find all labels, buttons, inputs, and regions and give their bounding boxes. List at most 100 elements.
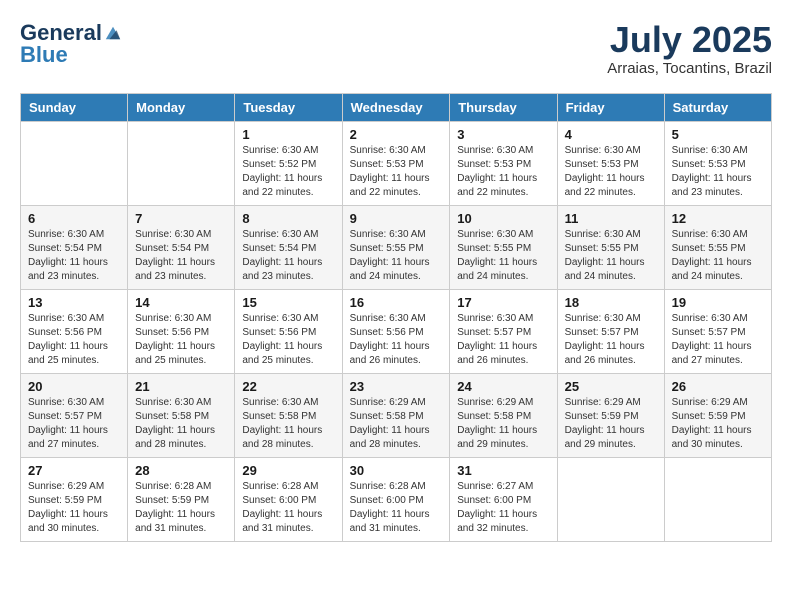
calendar-cell: 18 Sunrise: 6:30 AM Sunset: 5:57 PM Dayli…	[557, 289, 664, 373]
header-sunday: Sunday	[21, 93, 128, 121]
day-number: 26	[672, 379, 764, 394]
calendar-cell: 25 Sunrise: 6:29 AM Sunset: 5:59 PM Dayli…	[557, 373, 664, 457]
day-info: Sunrise: 6:30 AM Sunset: 5:53 PM Dayligh…	[672, 144, 764, 200]
title-block: July 2025 Arraias, Tocantins, Brazil	[607, 20, 772, 77]
day-number: 6	[28, 211, 120, 226]
header-saturday: Saturday	[664, 93, 771, 121]
calendar-cell: 21 Sunrise: 6:30 AM Sunset: 5:58 PM Dayli…	[128, 373, 235, 457]
day-number: 15	[242, 295, 334, 310]
day-info: Sunrise: 6:30 AM Sunset: 5:53 PM Dayligh…	[457, 144, 549, 200]
calendar-cell: 1Sunrise: 6:30 AM Sunset: 5:52 PM Daylig…	[235, 121, 342, 205]
calendar-cell: 26Sunrise: 6:29 AM Sunset: 5:59 PM Dayli…	[664, 373, 771, 457]
calendar-cell: 12 Sunrise: 6:30 AM Sunset: 5:55 PM Dayli…	[664, 205, 771, 289]
calendar-cell: 30Sunrise: 6:28 AM Sunset: 6:00 PM Dayli…	[342, 457, 450, 541]
calendar-cell: 9 Sunrise: 6:30 AM Sunset: 5:55 PM Daylig…	[342, 205, 450, 289]
calendar-cell: 31 Sunrise: 6:27 AM Sunset: 6:00 PM Dayli…	[450, 457, 557, 541]
day-number: 12	[672, 211, 764, 226]
day-number: 14	[135, 295, 227, 310]
day-info: Sunrise: 6:30 AM Sunset: 5:58 PM Dayligh…	[135, 396, 227, 452]
month-title: July 2025	[607, 20, 772, 60]
calendar-week-5: 27 Sunrise: 6:29 AM Sunset: 5:59 PM Dayli…	[21, 457, 772, 541]
logo-blue: Blue	[20, 42, 68, 68]
day-number: 22	[242, 379, 334, 394]
location-subtitle: Arraias, Tocantins, Brazil	[607, 60, 772, 77]
day-info: Sunrise: 6:27 AM Sunset: 6:00 PM Dayligh…	[457, 480, 549, 536]
calendar-week-1: 1Sunrise: 6:30 AM Sunset: 5:52 PM Daylig…	[21, 121, 772, 205]
calendar-cell: 7 Sunrise: 6:30 AM Sunset: 5:54 PM Daylig…	[128, 205, 235, 289]
day-info: Sunrise: 6:30 AM Sunset: 5:57 PM Dayligh…	[28, 396, 120, 452]
day-number: 16	[350, 295, 443, 310]
day-number: 11	[565, 211, 657, 226]
day-info: Sunrise: 6:30 AM Sunset: 5:55 PM Dayligh…	[672, 228, 764, 284]
calendar-cell: 13 Sunrise: 6:30 AM Sunset: 5:56 PM Dayli…	[21, 289, 128, 373]
day-number: 31	[457, 463, 549, 478]
day-info: Sunrise: 6:28 AM Sunset: 5:59 PM Dayligh…	[135, 480, 227, 536]
page-header: General Blue July 2025 Arraias, Tocantin…	[20, 20, 772, 77]
day-info: Sunrise: 6:29 AM Sunset: 5:58 PM Dayligh…	[350, 396, 443, 452]
day-info: Sunrise: 6:28 AM Sunset: 6:00 PM Dayligh…	[242, 480, 334, 536]
calendar-cell: 14 Sunrise: 6:30 AM Sunset: 5:56 PM Dayli…	[128, 289, 235, 373]
calendar-cell: 6Sunrise: 6:30 AM Sunset: 5:54 PM Daylig…	[21, 205, 128, 289]
day-info: Sunrise: 6:29 AM Sunset: 5:59 PM Dayligh…	[28, 480, 120, 536]
day-info: Sunrise: 6:30 AM Sunset: 5:56 PM Dayligh…	[242, 312, 334, 368]
day-info: Sunrise: 6:30 AM Sunset: 5:56 PM Dayligh…	[135, 312, 227, 368]
logo-icon	[104, 24, 122, 42]
calendar-cell: 23 Sunrise: 6:29 AM Sunset: 5:58 PM Dayli…	[342, 373, 450, 457]
day-info: Sunrise: 6:30 AM Sunset: 5:57 PM Dayligh…	[672, 312, 764, 368]
day-info: Sunrise: 6:30 AM Sunset: 5:55 PM Dayligh…	[350, 228, 443, 284]
day-number: 18	[565, 295, 657, 310]
calendar-week-3: 13 Sunrise: 6:30 AM Sunset: 5:56 PM Dayli…	[21, 289, 772, 373]
day-number: 27	[28, 463, 120, 478]
calendar-header-row: SundayMondayTuesdayWednesdayThursdayFrid…	[21, 93, 772, 121]
day-info: Sunrise: 6:30 AM Sunset: 5:58 PM Dayligh…	[242, 396, 334, 452]
day-number: 28	[135, 463, 227, 478]
calendar-cell	[557, 457, 664, 541]
header-monday: Monday	[128, 93, 235, 121]
day-number: 23	[350, 379, 443, 394]
header-thursday: Thursday	[450, 93, 557, 121]
day-info: Sunrise: 6:30 AM Sunset: 5:56 PM Dayligh…	[28, 312, 120, 368]
calendar-cell: 17Sunrise: 6:30 AM Sunset: 5:57 PM Dayli…	[450, 289, 557, 373]
day-info: Sunrise: 6:30 AM Sunset: 5:55 PM Dayligh…	[457, 228, 549, 284]
day-number: 24	[457, 379, 549, 394]
day-number: 5	[672, 127, 764, 142]
day-number: 30	[350, 463, 443, 478]
logo: General Blue	[20, 20, 122, 68]
calendar-cell	[664, 457, 771, 541]
day-number: 20	[28, 379, 120, 394]
day-info: Sunrise: 6:29 AM Sunset: 5:59 PM Dayligh…	[565, 396, 657, 452]
day-number: 2	[350, 127, 443, 142]
calendar-cell: 28 Sunrise: 6:28 AM Sunset: 5:59 PM Dayli…	[128, 457, 235, 541]
day-number: 1	[242, 127, 334, 142]
day-info: Sunrise: 6:30 AM Sunset: 5:56 PM Dayligh…	[350, 312, 443, 368]
day-info: Sunrise: 6:30 AM Sunset: 5:53 PM Dayligh…	[565, 144, 657, 200]
calendar-cell: 4 Sunrise: 6:30 AM Sunset: 5:53 PM Daylig…	[557, 121, 664, 205]
day-info: Sunrise: 6:30 AM Sunset: 5:54 PM Dayligh…	[242, 228, 334, 284]
calendar-cell: 5 Sunrise: 6:30 AM Sunset: 5:53 PM Daylig…	[664, 121, 771, 205]
calendar-cell: 11Sunrise: 6:30 AM Sunset: 5:55 PM Dayli…	[557, 205, 664, 289]
day-info: Sunrise: 6:30 AM Sunset: 5:57 PM Dayligh…	[565, 312, 657, 368]
header-wednesday: Wednesday	[342, 93, 450, 121]
day-info: Sunrise: 6:30 AM Sunset: 5:53 PM Dayligh…	[350, 144, 443, 200]
day-info: Sunrise: 6:30 AM Sunset: 5:54 PM Dayligh…	[135, 228, 227, 284]
calendar-cell: 15 Sunrise: 6:30 AM Sunset: 5:56 PM Dayli…	[235, 289, 342, 373]
day-number: 25	[565, 379, 657, 394]
day-number: 13	[28, 295, 120, 310]
day-number: 4	[565, 127, 657, 142]
day-number: 3	[457, 127, 549, 142]
day-number: 7	[135, 211, 227, 226]
calendar-cell: 10 Sunrise: 6:30 AM Sunset: 5:55 PM Dayli…	[450, 205, 557, 289]
day-number: 9	[350, 211, 443, 226]
calendar-cell: 24Sunrise: 6:29 AM Sunset: 5:58 PM Dayli…	[450, 373, 557, 457]
calendar-cell: 19 Sunrise: 6:30 AM Sunset: 5:57 PM Dayli…	[664, 289, 771, 373]
day-number: 29	[242, 463, 334, 478]
calendar-cell: 22 Sunrise: 6:30 AM Sunset: 5:58 PM Dayli…	[235, 373, 342, 457]
calendar-week-2: 6 Sunrise: 6:30 AM Sunset: 5:54 PM Daylig…	[21, 205, 772, 289]
calendar-cell: 3 Sunrise: 6:30 AM Sunset: 5:53 PM Daylig…	[450, 121, 557, 205]
day-number: 10	[457, 211, 549, 226]
day-number: 21	[135, 379, 227, 394]
day-number: 19	[672, 295, 764, 310]
day-info: Sunrise: 6:30 AM Sunset: 5:57 PM Dayligh…	[457, 312, 549, 368]
calendar-cell	[21, 121, 128, 205]
day-number: 8	[242, 211, 334, 226]
